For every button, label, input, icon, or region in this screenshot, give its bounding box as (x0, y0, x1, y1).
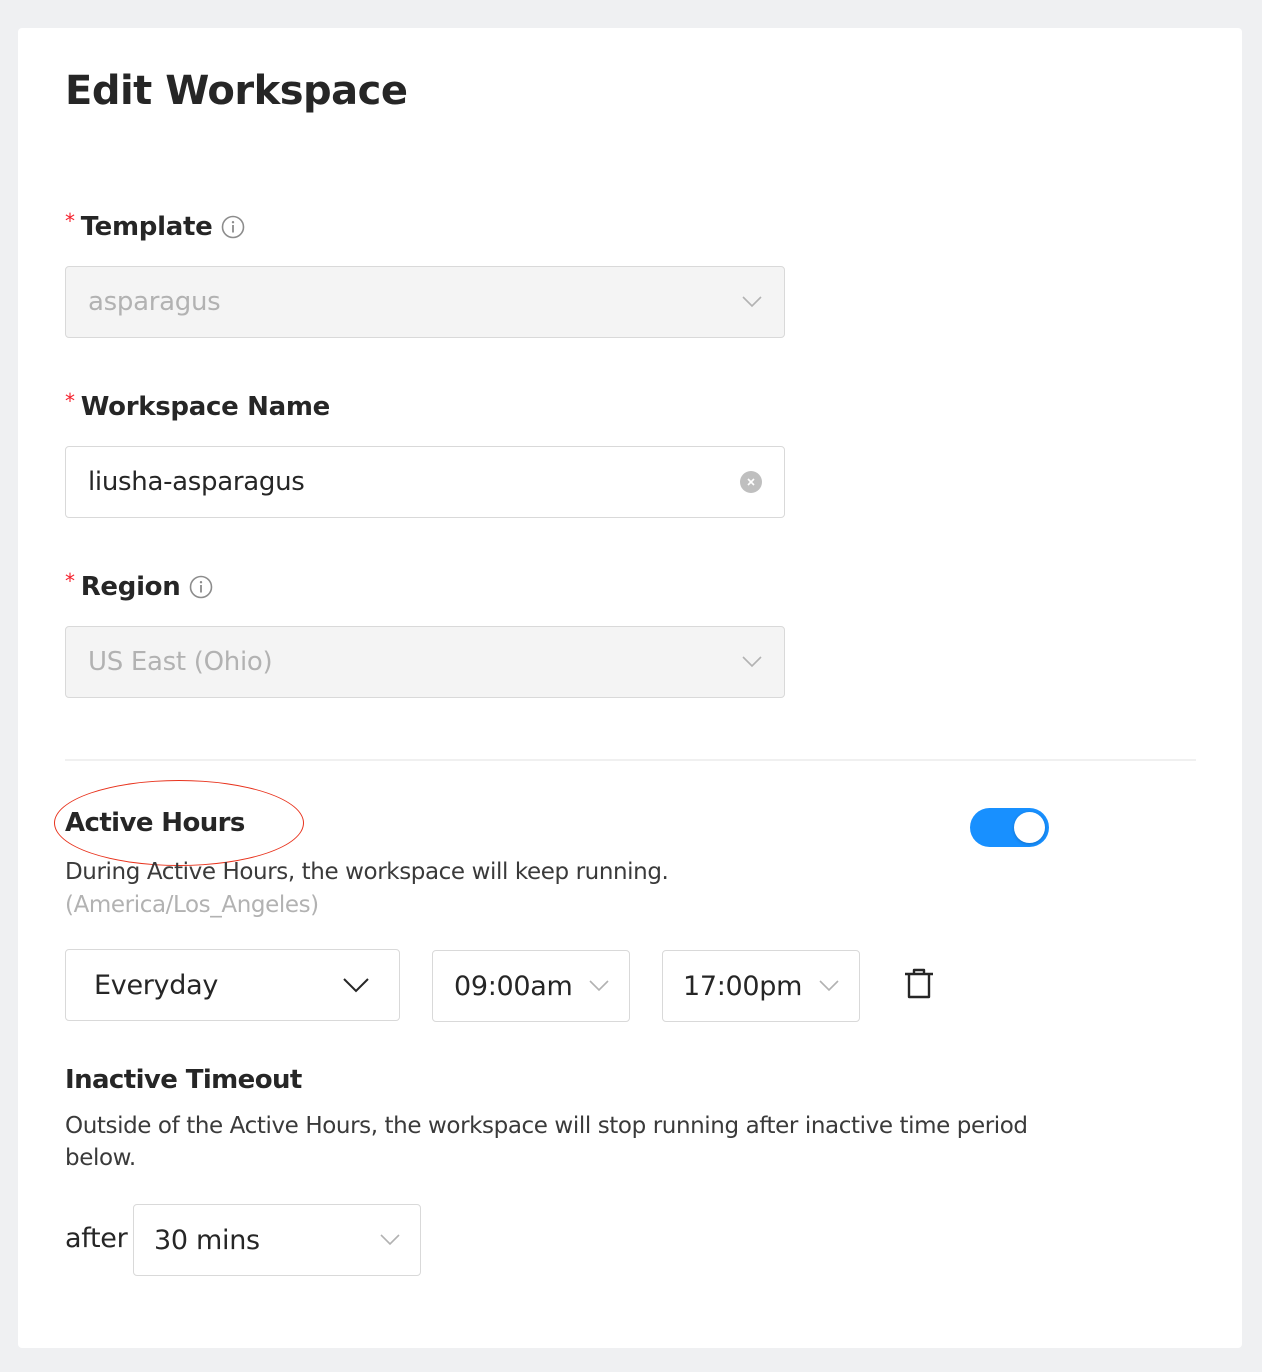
template-select[interactable]: asparagus (65, 266, 785, 338)
end-time-value: 17:00pm (683, 970, 803, 1002)
region-value: US East (Ohio) (88, 647, 273, 677)
chevron-down-icon (819, 980, 839, 992)
inactive-timeout-description-line1: Outside of the Active Hours, the workspa… (65, 1113, 1028, 1139)
required-mark: * (65, 389, 75, 413)
template-value: asparagus (88, 287, 221, 317)
chevron-down-icon (380, 1234, 400, 1246)
workspace-name-input[interactable]: liusha-asparagus (65, 446, 785, 518)
start-time-value: 09:00am (454, 970, 573, 1002)
info-circle-icon[interactable] (189, 575, 213, 599)
active-hours-description: During Active Hours, the workspace will … (65, 859, 669, 885)
after-label: after (65, 1223, 128, 1254)
page-title: Edit Workspace (65, 68, 408, 114)
days-select[interactable]: Everyday (65, 949, 400, 1021)
inactive-timeout-title: Inactive Timeout (65, 1065, 302, 1095)
trash-icon (905, 968, 933, 999)
active-hours-toggle[interactable] (970, 808, 1049, 847)
edit-workspace-card: Edit Workspace * Template asparagus * Wo… (18, 28, 1242, 1348)
delete-schedule-button[interactable] (902, 966, 936, 1002)
template-label-text: Template (80, 212, 213, 242)
end-time-select[interactable]: 17:00pm (662, 950, 860, 1022)
toggle-knob (1014, 812, 1045, 843)
chevron-down-icon (343, 978, 369, 993)
template-label: * Template (65, 209, 245, 242)
required-mark: * (65, 209, 75, 233)
active-hours-title: Active Hours (65, 808, 245, 838)
region-select[interactable]: US East (Ohio) (65, 626, 785, 698)
inactive-timeout-value: 30 mins (154, 1224, 260, 1256)
required-mark: * (65, 569, 75, 593)
inactive-timeout-description-line2: below. (65, 1145, 136, 1171)
workspace-name-label: * Workspace Name (65, 389, 331, 422)
region-label-text: Region (80, 572, 181, 602)
workspace-name-label-text: Workspace Name (80, 392, 331, 422)
info-circle-icon[interactable] (221, 215, 245, 239)
section-divider (65, 759, 1196, 761)
timezone-label: (America/Los_Angeles) (65, 892, 319, 918)
region-label: * Region (65, 569, 213, 602)
days-value: Everyday (94, 969, 218, 1001)
chevron-down-icon (589, 980, 609, 992)
inactive-timeout-select[interactable]: 30 mins (133, 1204, 421, 1276)
start-time-select[interactable]: 09:00am (432, 950, 630, 1022)
workspace-name-value: liusha-asparagus (88, 467, 305, 497)
chevron-down-icon (742, 296, 762, 308)
clear-circle-icon[interactable] (740, 471, 762, 493)
chevron-down-icon (742, 656, 762, 668)
